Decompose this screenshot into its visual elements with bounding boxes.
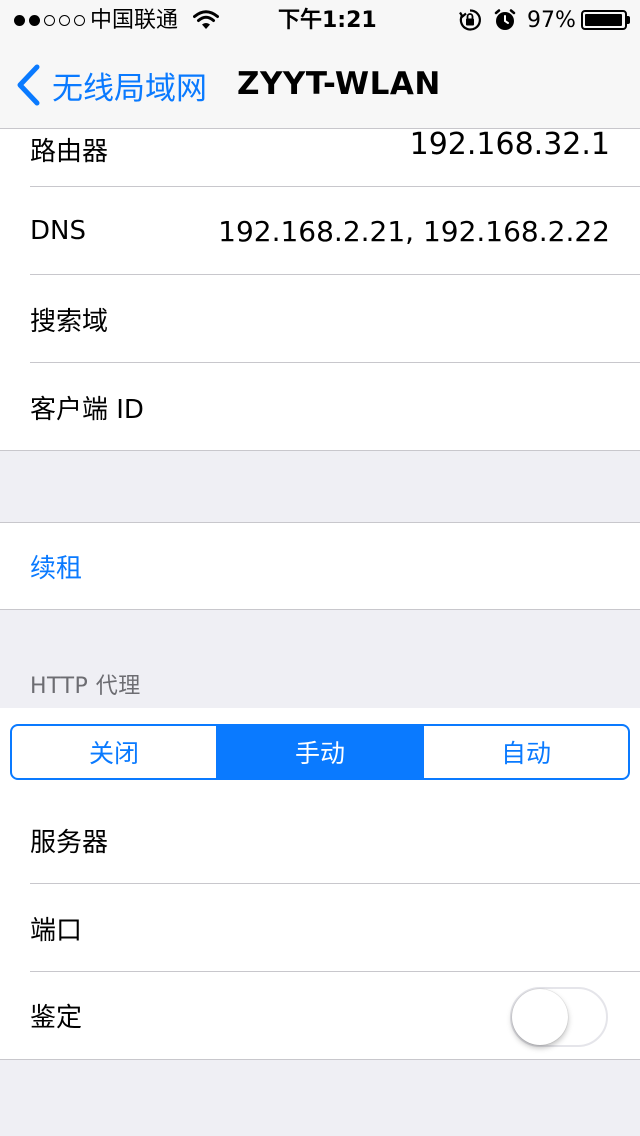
navigation-header: 中国联通 下午1:21 97% 无线局域网 ZYYT-WLAN bbox=[0, 0, 640, 129]
port-label: 端口 bbox=[30, 915, 83, 946]
authentication-row: 鉴定 bbox=[0, 972, 640, 1058]
status-time: 下午1:21 bbox=[278, 8, 377, 33]
page-title: ZYYT-WLAN bbox=[237, 66, 441, 102]
router-label: 路由器 bbox=[30, 137, 109, 167]
chevron-left-icon bbox=[17, 64, 40, 106]
segment-off[interactable]: 关闭 bbox=[12, 726, 216, 778]
http-proxy-header: HTTP 代理 bbox=[30, 674, 141, 699]
toggle-knob bbox=[512, 989, 568, 1045]
port-row[interactable]: 端口 bbox=[0, 884, 640, 972]
network-info-group: 路由器 192.168.32.1 DNS 192.168.2.21, 192.1… bbox=[0, 127, 640, 451]
search-domain-label: 搜索域 bbox=[30, 306, 109, 337]
search-domain-row[interactable]: 搜索域 bbox=[0, 275, 640, 363]
proxy-mode-control-row: 关闭 手动 自动 bbox=[0, 708, 640, 796]
proxy-mode-segmented-control[interactable]: 关闭 手动 自动 bbox=[10, 724, 630, 780]
renew-lease-label: 续租 bbox=[30, 553, 83, 584]
back-button-label: 无线局域网 bbox=[52, 70, 207, 107]
battery-icon bbox=[581, 10, 627, 30]
renew-lease-group: 续租 bbox=[0, 522, 640, 610]
dns-row: DNS 192.168.2.21, 192.168.2.22 bbox=[0, 187, 640, 275]
dns-value: 192.168.2.21, 192.168.2.22 bbox=[218, 214, 610, 248]
segment-auto[interactable]: 自动 bbox=[422, 726, 628, 778]
dns-label: DNS bbox=[30, 216, 86, 246]
server-label: 服务器 bbox=[30, 827, 109, 858]
wifi-icon bbox=[193, 10, 219, 29]
carrier-name: 中国联通 bbox=[90, 8, 179, 33]
segment-auto-label: 自动 bbox=[500, 739, 551, 768]
battery-tip bbox=[627, 16, 630, 24]
router-value: 192.168.32.1 bbox=[409, 127, 610, 162]
client-id-row[interactable]: 客户端 ID bbox=[0, 363, 640, 451]
proxy-fields-group: 服务器 端口 鉴定 bbox=[0, 796, 640, 1060]
authentication-toggle[interactable] bbox=[510, 987, 608, 1047]
segment-manual[interactable]: 手动 bbox=[216, 726, 422, 778]
back-button[interactable]: 无线局域网 bbox=[14, 60, 207, 110]
segment-manual-label: 手动 bbox=[294, 739, 345, 768]
authentication-label: 鉴定 bbox=[30, 1002, 83, 1033]
orientation-lock-icon bbox=[459, 9, 481, 31]
renew-lease-button[interactable]: 续租 bbox=[0, 523, 640, 609]
alarm-icon bbox=[494, 9, 516, 30]
router-row: 路由器 192.168.32.1 bbox=[0, 127, 640, 187]
client-id-label: 客户端 ID bbox=[30, 394, 144, 425]
battery-percentage: 97% bbox=[527, 8, 576, 33]
server-row[interactable]: 服务器 bbox=[0, 796, 640, 884]
segment-off-label: 关闭 bbox=[88, 739, 139, 768]
